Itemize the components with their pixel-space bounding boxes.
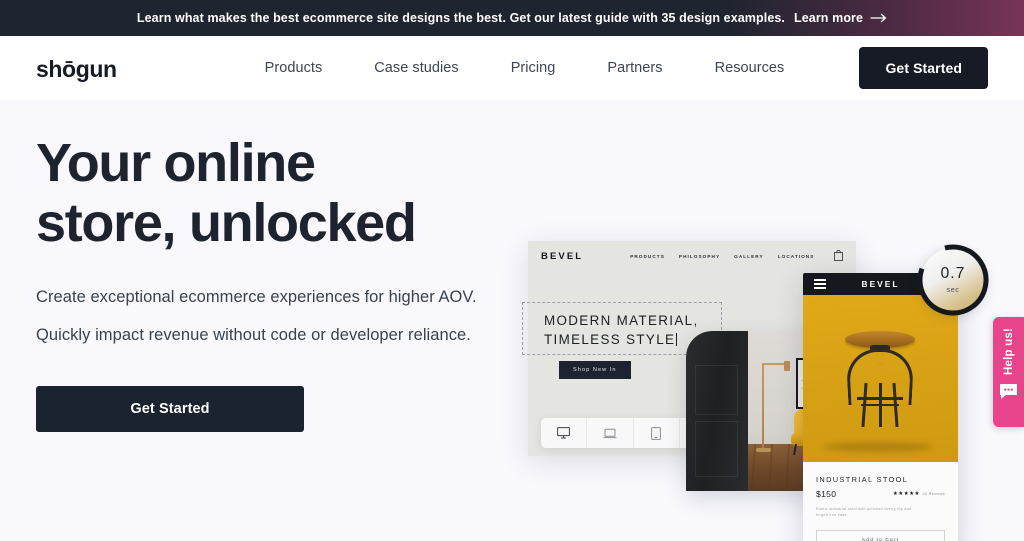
device-toggle-desktop[interactable] bbox=[541, 418, 588, 448]
desktop-preview-navbar: BEVEL PRODUCTS PHILOSOPHY GALLERY LOCATI… bbox=[528, 241, 856, 271]
laptop-icon bbox=[603, 428, 617, 438]
shogun-logo[interactable]: shōgun bbox=[36, 57, 117, 81]
desktop-headline-line-2: TIMELESS STYLE bbox=[544, 332, 676, 348]
bevel-shop-new-in-button[interactable]: Shop New In bbox=[559, 361, 631, 379]
desktop-preview-headline[interactable]: MODERN MATERIAL, TIMELESS STYLE bbox=[522, 302, 722, 355]
add-to-cart-button[interactable]: Add to Cart bbox=[816, 529, 945, 541]
promo-banner-content: Learn what makes the best ecommerce site… bbox=[137, 11, 887, 25]
nav-item-products[interactable]: Products bbox=[239, 52, 349, 84]
bevel-nav-desktop: PRODUCTS PHILOSOPHY GALLERY LOCATIONS bbox=[630, 254, 814, 259]
hero-title-line-1: Your online bbox=[36, 133, 316, 193]
nav-links: Products Case studies Pricing Partners R… bbox=[239, 52, 811, 84]
hamburger-menu-icon[interactable] bbox=[814, 279, 826, 289]
help-widget-tab[interactable]: Help us! bbox=[993, 317, 1024, 427]
hero-get-started-button[interactable]: Get Started bbox=[36, 385, 304, 432]
product-mockup-stage: BEVEL PRODUCTS PHILOSOPHY GALLERY LOCATI… bbox=[510, 108, 1010, 541]
hero-subtitle-line-2: Quickly impact revenue without code or d… bbox=[36, 325, 471, 344]
desktop-icon bbox=[557, 427, 571, 439]
chat-bubble-icon bbox=[1000, 383, 1017, 399]
floor-lamp-head bbox=[784, 361, 790, 371]
device-toggle-tablet[interactable] bbox=[634, 418, 680, 448]
hero-copy: Your online store, unlocked Create excep… bbox=[36, 133, 506, 432]
text-cursor-caret bbox=[676, 333, 678, 347]
floor-lamp-base bbox=[756, 448, 771, 452]
stool-rung bbox=[861, 404, 899, 407]
nav-item-resources[interactable]: Resources bbox=[689, 52, 811, 84]
bevel-nav-products[interactable]: PRODUCTS bbox=[630, 254, 665, 259]
bevel-nav-gallery[interactable]: GALLERY bbox=[734, 254, 764, 259]
armchair-leg bbox=[792, 443, 798, 456]
product-description: Rustic industrial stool with polished ch… bbox=[816, 507, 912, 518]
tablet-icon bbox=[651, 426, 662, 440]
page-speed-badge: 0.7 sec bbox=[917, 244, 989, 316]
product-price: $150 bbox=[816, 489, 837, 499]
hero-title-line-2: store, unlocked bbox=[36, 193, 417, 254]
nav-item-partners[interactable]: Partners bbox=[581, 52, 688, 84]
device-toggle-laptop[interactable] bbox=[587, 418, 634, 448]
nav-item-case-studies[interactable]: Case studies bbox=[348, 52, 484, 84]
speed-unit: sec bbox=[946, 284, 960, 294]
dark-door-frame bbox=[686, 331, 748, 491]
product-hero-image bbox=[803, 295, 958, 462]
bevel-nav-philosophy[interactable]: PHILOSOPHY bbox=[679, 254, 720, 259]
desktop-headline-line-1: MODERN MATERIAL, bbox=[544, 313, 699, 328]
bevel-brand-desktop: BEVEL bbox=[541, 250, 584, 262]
help-widget-label: Help us! bbox=[1002, 328, 1015, 375]
floor-lamp-pole bbox=[762, 363, 765, 451]
promo-banner-text: Learn what makes the best ecommerce site… bbox=[136, 11, 785, 25]
bevel-nav-locations[interactable]: LOCATIONS bbox=[778, 254, 815, 259]
hero-title: Your online store, unlocked bbox=[36, 133, 506, 254]
product-detail-panel: INDUSTRIAL STOOL $150 ★★★★★ 20 Reviews R… bbox=[803, 462, 958, 541]
product-price-row: $150 ★★★★★ 20 Reviews bbox=[816, 489, 945, 499]
product-title: INDUSTRIAL STOOL bbox=[816, 475, 909, 484]
stool-rung bbox=[857, 397, 903, 400]
star-rating-icon: ★★★★★ bbox=[892, 491, 920, 497]
hero-section: Your online store, unlocked Create excep… bbox=[0, 100, 1024, 541]
nav-item-pricing[interactable]: Pricing bbox=[485, 52, 582, 84]
hero-subtitle-line-1: Create exceptional ecommerce experiences… bbox=[36, 287, 477, 306]
main-navigation: shōgun Products Case studies Pricing Par… bbox=[0, 36, 1024, 100]
promo-banner-link-label: Learn more bbox=[794, 11, 864, 25]
arrow-right-icon bbox=[870, 13, 887, 23]
product-rating: ★★★★★ 20 Reviews bbox=[893, 491, 945, 497]
review-count: 20 Reviews bbox=[922, 492, 945, 496]
stool-shadow bbox=[823, 442, 933, 452]
promo-banner: Learn what makes the best ecommerce site… bbox=[0, 0, 1024, 36]
speed-value: 0.7 bbox=[940, 265, 966, 283]
shopping-bag-icon[interactable] bbox=[834, 250, 843, 261]
promo-banner-learn-more-link[interactable]: Learn more bbox=[794, 11, 887, 25]
industrial-stool-image bbox=[837, 331, 923, 431]
nav-get-started-button[interactable]: Get Started bbox=[859, 47, 988, 89]
